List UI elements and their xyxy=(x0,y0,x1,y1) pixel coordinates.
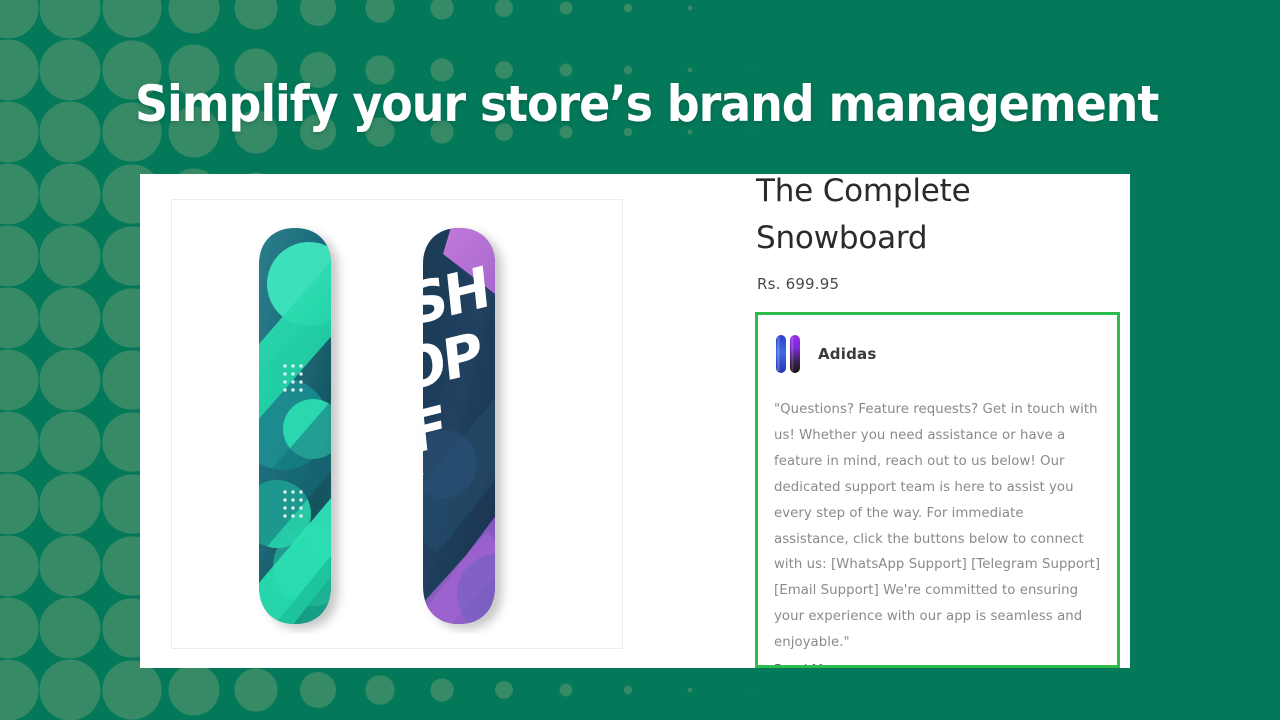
read-more-link[interactable]: Read More... xyxy=(774,658,1101,665)
page-title: Simplify your store’s brand management xyxy=(135,75,1159,133)
svg-text:Y: Y xyxy=(382,463,430,538)
promo-stage: Simplify your store’s brand management S… xyxy=(0,0,1280,720)
product-title: The Complete Snowboard xyxy=(756,174,971,256)
snowboard-pair-image: SH OP IF Y xyxy=(259,228,495,624)
brand-description: "Questions? Feature requests? Get in tou… xyxy=(774,402,1101,651)
brand-name: Adidas xyxy=(818,345,877,363)
screenshot-panel: SH OP IF Y The Complete Snowboard Rs. 69… xyxy=(140,174,1130,668)
product-price: Rs. 699.95 xyxy=(757,275,840,293)
brand-card[interactable]: Adidas "Questions? Feature requests? Get… xyxy=(755,312,1120,668)
brand-card-header: Adidas xyxy=(774,329,1101,379)
product-gallery[interactable]: SH OP IF Y xyxy=(171,199,623,649)
svg-text:IF: IF xyxy=(389,394,447,472)
snowboard-pair-logo xyxy=(776,335,800,373)
product-info: The Complete Snowboard Rs. 699.95 Adidas… xyxy=(755,174,1130,668)
